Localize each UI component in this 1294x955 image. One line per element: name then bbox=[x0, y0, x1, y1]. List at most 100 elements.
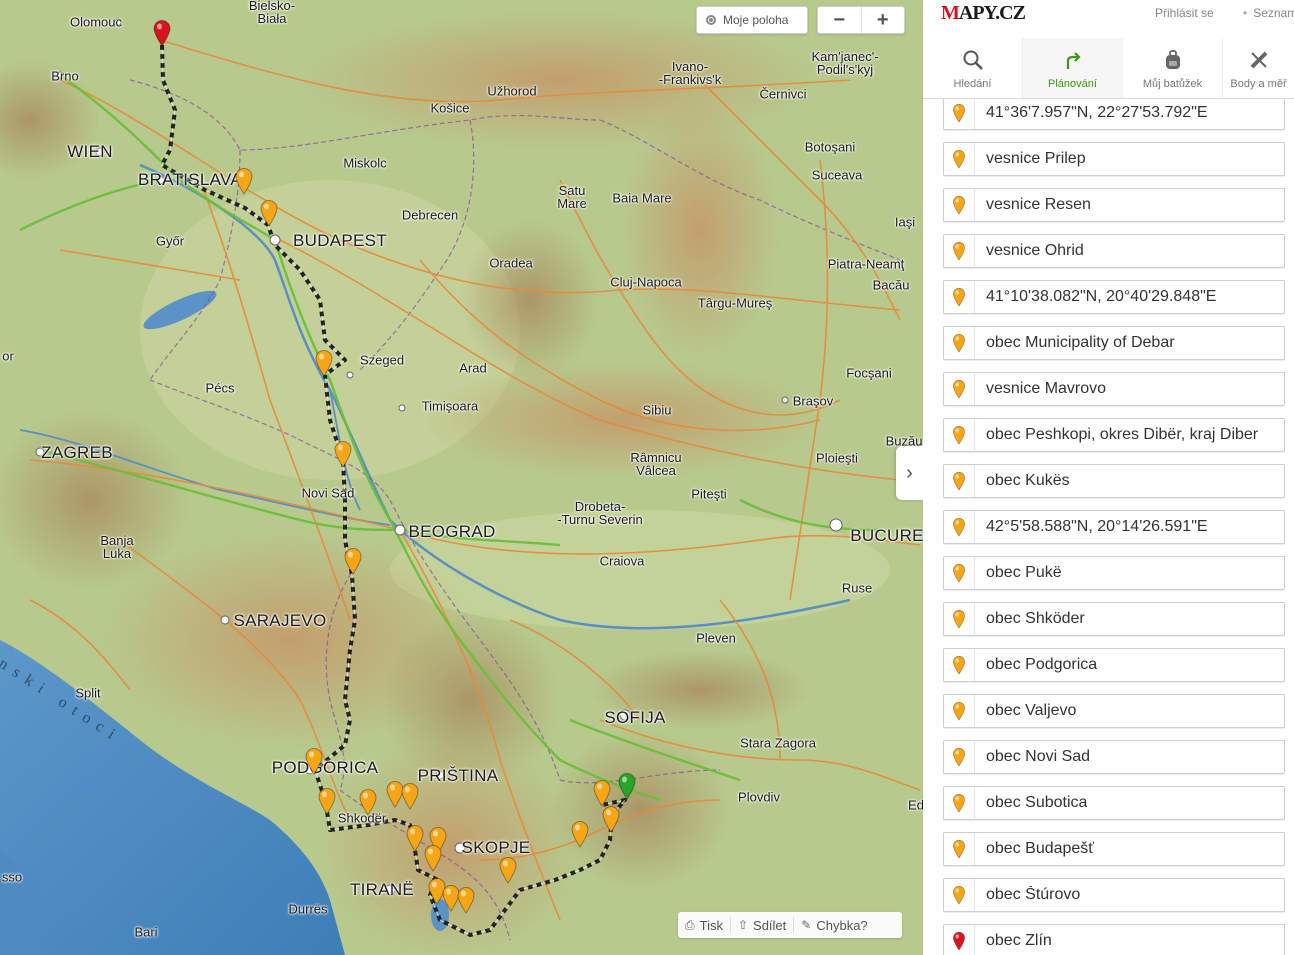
city-label: SKOPJE bbox=[461, 838, 531, 857]
logo-initial: M bbox=[941, 2, 960, 24]
orange-pin-icon[interactable] bbox=[944, 189, 975, 221]
orange-pin-icon[interactable] bbox=[944, 465, 975, 497]
city-label: Sibiu bbox=[642, 402, 672, 418]
city-label: or bbox=[2, 348, 14, 364]
route-stop-label[interactable]: obec Shköder bbox=[975, 610, 1085, 628]
route-stop-label[interactable]: 41°36'7.957"N, 22°27'53.792"E bbox=[975, 104, 1208, 122]
route-stop[interactable]: obec Štúrovo bbox=[943, 878, 1285, 912]
route-stop-label[interactable]: vesnice Resen bbox=[975, 196, 1091, 214]
route-stop-label[interactable]: obec Budapešť bbox=[975, 840, 1094, 858]
city-label: Užhorod bbox=[487, 83, 537, 99]
tab-search[interactable]: Hledání bbox=[923, 38, 1023, 98]
route-stop[interactable]: obec Zlín bbox=[943, 924, 1285, 955]
print-button[interactable]: ⎙ Tisk bbox=[678, 917, 731, 933]
login-link[interactable]: Přihlásit se bbox=[1155, 6, 1214, 20]
route-stop[interactable]: obec Novi Sad bbox=[943, 740, 1285, 774]
my-position-label: Moje poloha bbox=[723, 13, 789, 27]
city-label: Piatra-Neamţ bbox=[827, 256, 905, 272]
sidebar: MAPY.CZ Přihlásit se Seznam Hledání Plán… bbox=[923, 0, 1294, 955]
route-stop-label[interactable]: obec Municipality of Debar bbox=[975, 334, 1175, 352]
tab-backpack[interactable]: Můj batůžek bbox=[1123, 38, 1223, 98]
route-stop[interactable]: obec Subotica bbox=[943, 786, 1285, 820]
chevron-right-icon: › bbox=[906, 461, 913, 484]
city-label: Arad bbox=[459, 360, 487, 376]
orange-pin-icon[interactable] bbox=[944, 511, 975, 543]
tab-measure-label: Body a měř bbox=[1230, 78, 1287, 90]
route-stop-label[interactable]: obec Pukë bbox=[975, 564, 1062, 582]
route-stop-label[interactable]: obec Zlín bbox=[975, 932, 1052, 950]
zoom-out-button[interactable]: − bbox=[818, 7, 862, 33]
mapy-logo[interactable]: MAPY.CZ bbox=[941, 2, 1026, 25]
route-stop-label[interactable]: obec Podgorica bbox=[975, 656, 1097, 674]
zoom-in-button[interactable]: + bbox=[862, 7, 905, 33]
orange-pin-icon[interactable] bbox=[944, 373, 975, 405]
city-label: Olomouc bbox=[69, 14, 123, 30]
route-stop[interactable]: obec Budapešť bbox=[943, 832, 1285, 866]
orange-pin-icon[interactable] bbox=[944, 235, 975, 267]
my-position-button[interactable]: Moje poloha bbox=[696, 6, 808, 34]
orange-pin-icon[interactable] bbox=[944, 281, 975, 313]
route-stop[interactable]: 41°36'7.957"N, 22°27'53.792"E bbox=[943, 99, 1285, 130]
orange-pin-icon[interactable] bbox=[944, 419, 975, 451]
route-stop[interactable]: 41°10'38.082"N, 20°40'29.848"E bbox=[943, 280, 1285, 314]
route-stop[interactable]: obec Podgorica bbox=[943, 648, 1285, 682]
tab-measure[interactable]: Body a měř bbox=[1223, 38, 1294, 98]
tab-planning[interactable]: Plánování bbox=[1023, 38, 1123, 98]
city-label: PODGORICA bbox=[271, 758, 379, 777]
share-button[interactable]: ⇧ Sdílet bbox=[731, 917, 795, 933]
orange-pin-icon[interactable] bbox=[944, 327, 975, 359]
search-icon bbox=[962, 48, 984, 72]
header: MAPY.CZ Přihlásit se Seznam bbox=[923, 0, 1294, 38]
route-stop[interactable]: vesnice Ohrid bbox=[943, 234, 1285, 268]
orange-pin-icon[interactable] bbox=[944, 741, 975, 773]
route-stop[interactable]: vesnice Resen bbox=[943, 188, 1285, 222]
city-label: SARAJEVO bbox=[233, 611, 327, 630]
route-stop-label[interactable]: obec Valjevo bbox=[975, 702, 1076, 720]
city-label: Pleven bbox=[696, 630, 736, 646]
sidebar-collapse-button[interactable]: › bbox=[896, 446, 923, 500]
route-stop-label[interactable]: obec Novi Sad bbox=[975, 748, 1090, 766]
route-stop[interactable]: obec Shköder bbox=[943, 602, 1285, 636]
orange-pin-icon[interactable] bbox=[944, 557, 975, 589]
route-stop-label[interactable]: 42°5'58.588"N, 20°14'26.591"E bbox=[975, 518, 1208, 536]
route-stop[interactable]: obec Municipality of Debar bbox=[943, 326, 1285, 360]
route-stop-label[interactable]: vesnice Mavrovo bbox=[975, 380, 1106, 398]
orange-pin-icon[interactable] bbox=[944, 787, 975, 819]
route-stop[interactable]: obec Peshkopi, okres Dibër, kraj Diber bbox=[943, 418, 1285, 452]
route-stop-label[interactable]: obec Kukës bbox=[975, 472, 1070, 490]
city-label: Debrecen bbox=[401, 207, 459, 223]
city-label: Satu Mare bbox=[557, 183, 587, 211]
orange-pin-icon[interactable] bbox=[944, 143, 975, 175]
route-stop[interactable]: vesnice Prilep bbox=[943, 142, 1285, 176]
city-label: Ed bbox=[908, 797, 923, 813]
orange-pin-icon[interactable] bbox=[944, 603, 975, 635]
city-label: Pécs bbox=[205, 380, 235, 396]
route-stop-label[interactable]: obec Štúrovo bbox=[975, 886, 1080, 904]
orange-pin-icon[interactable] bbox=[944, 99, 975, 129]
city-label: Černivci bbox=[759, 86, 807, 102]
route-stop-label[interactable]: obec Subotica bbox=[975, 794, 1087, 812]
map-canvas[interactable]: Olomouc Bielsko- Biała Brno WIEN BRATISLAVA Gy… bbox=[0, 0, 923, 955]
red-pin-icon[interactable] bbox=[944, 925, 975, 955]
route-stop-label[interactable]: 41°10'38.082"N, 20°40'29.848"E bbox=[975, 288, 1216, 306]
ruler-icon bbox=[1248, 48, 1270, 72]
route-stop[interactable]: obec Pukë bbox=[943, 556, 1285, 590]
orange-pin-icon[interactable] bbox=[944, 879, 975, 911]
city-label: BRATISLAVA bbox=[137, 170, 243, 189]
orange-pin-icon[interactable] bbox=[944, 833, 975, 865]
route-stop-label[interactable]: vesnice Prilep bbox=[975, 150, 1086, 168]
route-stop[interactable]: vesnice Mavrovo bbox=[943, 372, 1285, 406]
route-stop-label[interactable]: obec Peshkopi, okres Dibër, kraj Diber bbox=[975, 426, 1258, 444]
route-stop[interactable]: 42°5'58.588"N, 20°14'26.591"E bbox=[943, 510, 1285, 544]
city-label: Piteşti bbox=[691, 486, 727, 502]
route-stop[interactable]: obec Valjevo bbox=[943, 694, 1285, 728]
city-label: Brno bbox=[51, 68, 79, 84]
route-stop-label[interactable]: vesnice Ohrid bbox=[975, 242, 1084, 260]
route-stop[interactable]: obec Kukës bbox=[943, 464, 1285, 498]
city-label: TIRANË bbox=[349, 880, 415, 899]
seznam-link[interactable]: Seznam bbox=[1243, 6, 1294, 20]
orange-pin-icon[interactable] bbox=[944, 649, 975, 681]
city-label: Košice bbox=[430, 100, 470, 116]
orange-pin-icon[interactable] bbox=[944, 695, 975, 727]
report-error-button[interactable]: ✎ Chybka? bbox=[794, 917, 874, 933]
